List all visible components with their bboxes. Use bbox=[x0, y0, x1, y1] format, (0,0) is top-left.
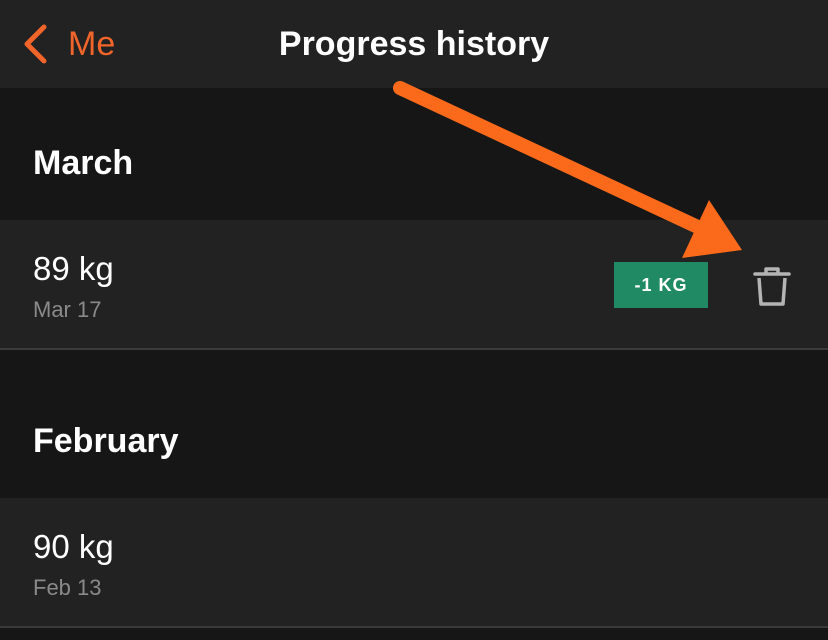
weight-value: 90 kg bbox=[33, 528, 114, 565]
list-item[interactable]: 90 kg Feb 13 bbox=[0, 498, 828, 628]
delete-entry-button[interactable] bbox=[750, 264, 794, 308]
section-title: March bbox=[33, 144, 134, 182]
page-title: Progress history bbox=[278, 25, 550, 63]
entry-date: Feb 13 bbox=[33, 575, 102, 600]
entry-date: Mar 17 bbox=[33, 297, 102, 322]
section-title: February bbox=[33, 422, 179, 460]
progress-history-screen: Me Progress history March 89 kg Mar 17 -… bbox=[0, 0, 828, 640]
section-header-february: February bbox=[0, 350, 828, 498]
weight-value: 89 kg bbox=[33, 250, 114, 287]
section-header-march: March bbox=[0, 88, 828, 220]
row-divider bbox=[0, 626, 828, 628]
weight-change-badge: -1 KG bbox=[614, 262, 708, 308]
navigation-bar: Me Progress history bbox=[0, 0, 828, 88]
trash-icon bbox=[750, 267, 794, 312]
list-item[interactable]: 89 kg Mar 17 -1 KG bbox=[0, 220, 828, 350]
